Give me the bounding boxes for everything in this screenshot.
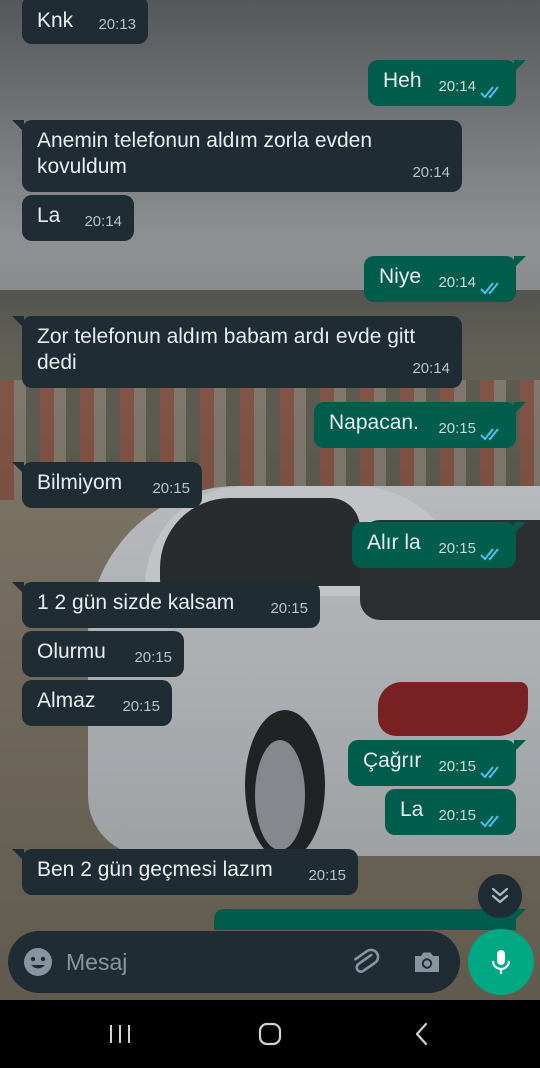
message-input[interactable]: [66, 946, 336, 978]
message-text-line: Zor telefonun aldım babam ardı evde gitt: [37, 325, 416, 348]
message-text: Bilmiyom: [37, 471, 123, 494]
message-time: 20:15: [308, 867, 346, 884]
back-button[interactable]: [402, 1018, 442, 1050]
message-text: Olurmu: [37, 640, 106, 663]
message-time: 20:15: [270, 600, 308, 617]
scroll-to-bottom-button[interactable]: [478, 874, 522, 918]
message-time: 20:15: [438, 540, 476, 557]
outgoing-message[interactable]: Niye 20:14: [364, 256, 526, 302]
incoming-message[interactable]: Knk 20:13: [22, 0, 148, 44]
message-text: La: [400, 798, 424, 821]
message-text: Almaz: [37, 689, 96, 712]
emoji-icon[interactable]: [22, 946, 54, 978]
message-list[interactable]: Knk 20:13 Heh 20:14 Anemin telefonun ald…: [0, 0, 540, 930]
message-text: Alır la: [367, 531, 421, 554]
home-icon: [258, 1022, 282, 1046]
camera-icon[interactable]: [410, 945, 444, 979]
message-text: Niye: [379, 265, 422, 288]
message-text: 1 2 gün sizde kalsam: [37, 591, 235, 614]
system-navigation-bar: [0, 1000, 540, 1068]
microphone-icon: [491, 950, 511, 974]
message-time: 20:13: [98, 16, 136, 33]
outgoing-message[interactable]: Heh 20:14: [368, 60, 526, 106]
message-text-line: Anemin telefonun aldım zorla evden: [37, 129, 373, 152]
incoming-message[interactable]: Olurmu 20:15: [22, 631, 184, 677]
message-text: Heh: [383, 69, 422, 92]
read-ticks-icon: [480, 815, 499, 828]
read-ticks-icon: [480, 548, 499, 561]
read-ticks-icon: [480, 282, 499, 295]
incoming-message[interactable]: Anemin telefonun aldım zorla evden kovul…: [12, 120, 462, 192]
back-icon: [415, 1022, 428, 1046]
double-chevron-down-icon: [491, 887, 509, 904]
message-text: La: [37, 204, 61, 227]
home-button[interactable]: [250, 1018, 290, 1050]
message-time: 20:14: [438, 78, 476, 95]
outgoing-message-partial[interactable]: [214, 909, 526, 930]
message-time: 20:15: [438, 758, 476, 775]
outgoing-message[interactable]: Napacan. 20:15: [314, 402, 526, 448]
message-time: 20:14: [412, 164, 450, 181]
incoming-message[interactable]: Ben 2 gün geçmesi lazım 20:15: [12, 849, 358, 895]
message-time: 20:14: [412, 360, 450, 377]
incoming-message[interactable]: Almaz 20:15: [22, 680, 172, 726]
message-time: 20:15: [152, 480, 190, 497]
message-text: Çağrır: [363, 749, 422, 772]
microphone-button[interactable]: [468, 929, 534, 995]
read-ticks-icon: [480, 86, 499, 99]
message-text-line: dedi: [37, 351, 77, 374]
message-time: 20:15: [122, 698, 160, 715]
message-composer: [8, 931, 460, 993]
incoming-message[interactable]: 1 2 gün sizde kalsam 20:15: [12, 582, 320, 628]
message-time: 20:14: [84, 213, 122, 230]
read-ticks-icon: [480, 766, 499, 779]
message-time: 20:15: [438, 807, 476, 824]
message-time: 20:15: [134, 649, 172, 666]
message-text: Ben 2 gün geçmesi lazım: [37, 858, 273, 881]
message-text: Napacan.: [329, 411, 419, 434]
paperclip-icon[interactable]: [348, 945, 382, 979]
recent-apps-button[interactable]: [100, 1018, 140, 1050]
message-time: 20:15: [438, 420, 476, 437]
message-text: Knk: [37, 9, 74, 32]
recent-apps-icon: [110, 1025, 130, 1043]
outgoing-message[interactable]: Çağrır 20:15: [348, 740, 526, 786]
incoming-message[interactable]: Zor telefonun aldım babam ardı evde gitt…: [12, 316, 462, 388]
outgoing-message[interactable]: Alır la 20:15: [352, 522, 526, 568]
message-time: 20:14: [438, 274, 476, 291]
read-ticks-icon: [480, 428, 499, 441]
message-text-line: kovuldum: [37, 155, 127, 178]
incoming-message[interactable]: La 20:14: [22, 195, 134, 241]
outgoing-message[interactable]: La 20:15: [385, 789, 516, 835]
incoming-message[interactable]: Bilmiyom 20:15: [12, 462, 202, 508]
